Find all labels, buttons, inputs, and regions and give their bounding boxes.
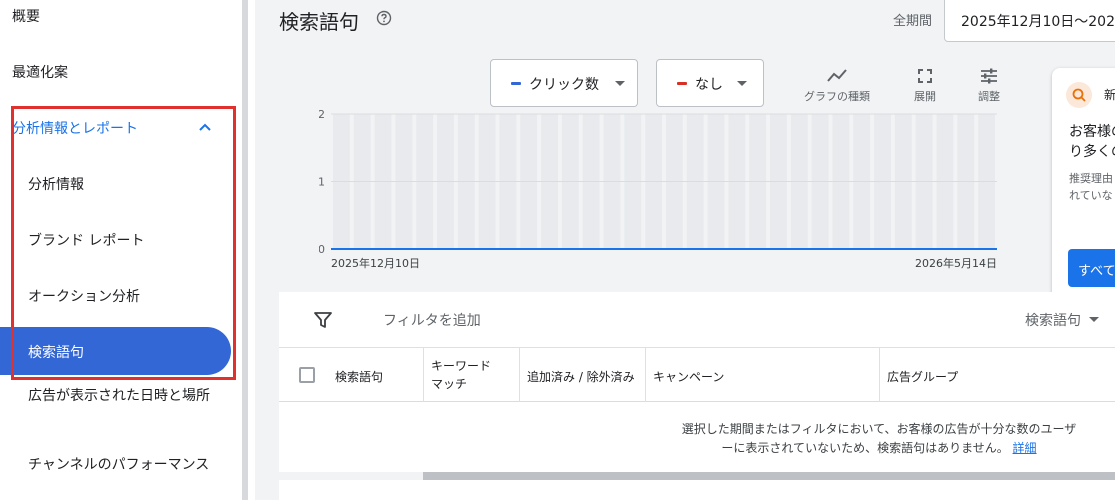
period-label: 全期間 (893, 14, 933, 29)
caret-down-icon (615, 81, 625, 86)
sidebar-item-auction-insights[interactable]: オークション分析 (28, 286, 140, 306)
caret-down-icon (1089, 317, 1099, 322)
table-header: 検索語句 キーワード マッチ 追加済み / 除外済み キャンペーン 広告グループ (279, 348, 1115, 402)
recommendation-title: 新 (1104, 88, 1115, 102)
search-icon (1066, 82, 1092, 108)
metric2-swatch (677, 82, 687, 85)
date-range-picker[interactable]: 2025年12月10日～2026年5月14日 (944, 0, 1115, 42)
column-header-added-excluded[interactable]: 追加済み / 除外済み (519, 348, 645, 402)
recommendation-reason-line: れていな (1069, 189, 1113, 202)
empty-message: 選択した期間またはフィルタにおいて、お客様の広告が十分な数のユーザーに表示されて… (679, 420, 1079, 458)
chart-type-button[interactable]: グラフの種類 (799, 68, 875, 104)
line-chart: 2 1 0 2025年12月10日 2026年5月14日 (319, 108, 997, 270)
sidebar-item-optimize[interactable]: 最適化案 (12, 62, 68, 82)
sidebar-section-insights-reports[interactable]: 分析情報とレポート (12, 118, 138, 138)
y-tick-label: 2 (319, 108, 325, 121)
sidebar-scrollbar[interactable] (242, 0, 248, 500)
recommendation-card: 新 お客様の り多くの 推奨理由 れていな すべて (1052, 68, 1115, 304)
metric2-label: なし (695, 77, 723, 93)
tune-icon (981, 68, 997, 84)
fullscreen-icon (918, 69, 932, 83)
recommendation-body-line: お客様の (1069, 124, 1115, 140)
adjust-label: 調整 (978, 90, 1000, 103)
recommendation-reason: 推奨理由 れていな (1069, 170, 1113, 204)
filter-bar: フィルタを追加 検索語句 (279, 292, 1115, 348)
column-header-label: キャンペーン (653, 370, 725, 384)
line-chart-icon (827, 69, 847, 82)
metric-selector-1[interactable]: クリック数 (490, 59, 638, 107)
expand-button[interactable]: 展開 (907, 68, 943, 104)
column-header-label: 広告グループ (887, 370, 959, 384)
metric1-label: クリック数 (529, 77, 599, 93)
caret-down-icon (737, 81, 747, 86)
column-header-search-term[interactable]: 検索語句 (327, 348, 423, 402)
y-tick-label: 1 (319, 176, 325, 189)
column-header-keyword-match[interactable]: キーワード マッチ (423, 348, 519, 402)
adjust-button[interactable]: 調整 (971, 68, 1007, 104)
apply-all-button[interactable]: すべて (1068, 249, 1115, 287)
sidebar-item-when-where[interactable]: 広告が表示された日時と場所 (28, 386, 218, 407)
page-title: 検索語句 (279, 10, 359, 34)
apply-all-label: すべて (1078, 264, 1115, 279)
select-all-checkbox[interactable] (299, 367, 315, 383)
horizontal-scrollbar[interactable] (423, 472, 1115, 480)
help-icon[interactable] (376, 10, 392, 26)
y-tick-label: 0 (319, 243, 325, 256)
column-header-ad-group[interactable]: 広告グループ (879, 348, 1115, 402)
x-tick-label-end: 2026年5月14日 (915, 256, 997, 270)
column-header-campaign[interactable]: キャンペーン (645, 348, 879, 402)
expand-label: 展開 (914, 90, 936, 103)
sidebar-item-label: 検索語句 (28, 345, 84, 361)
sidebar-item-brand-report[interactable]: ブランド レポート (28, 230, 144, 250)
date-range-value: 2025年12月10日～2026年5月14日 (961, 14, 1115, 30)
recommendation-reason-line: 推奨理由 (1069, 172, 1113, 185)
x-tick-label-start: 2025年12月10日 (331, 256, 420, 270)
column-header-label: 検索語句 (335, 370, 384, 384)
metric1-swatch (511, 82, 521, 85)
sidebar-item-search-terms[interactable]: 検索語句 (0, 327, 231, 375)
sidebar-item-insights[interactable]: 分析情報 (28, 174, 84, 194)
main-content: 検索語句 全期間 2025年12月10日～2026年5月14日 クリック数 なし… (255, 0, 1115, 500)
recommendation-body-line: り多くの (1069, 144, 1115, 160)
chart-type-label: グラフの種類 (804, 90, 870, 103)
search-terms-table: フィルタを追加 検索語句 検索語句 キーワード マッチ 追加済み / 除外済み … (279, 292, 1115, 500)
filter-icon[interactable] (313, 310, 333, 330)
segment-select[interactable]: 検索語句 (1025, 310, 1081, 330)
sidebar: 概要 最適化案 分析情報とレポート 分析情報 ブランド レポート オークション分… (0, 0, 242, 500)
sidebar-item-channel-performance[interactable]: チャンネルのパフォーマンス (28, 454, 209, 474)
chevron-up-icon[interactable] (196, 118, 214, 136)
recommendation-body: お客様の り多くの (1069, 122, 1115, 162)
column-header-label: キーワード マッチ (431, 359, 492, 391)
details-link[interactable]: 詳細 (1013, 441, 1037, 455)
metric-selector-2[interactable]: なし (656, 59, 764, 107)
sidebar-item-overview[interactable]: 概要 (12, 6, 40, 26)
column-header-label: 追加済み / 除外済み (527, 370, 635, 384)
add-filter-button[interactable]: フィルタを追加 (383, 310, 481, 330)
